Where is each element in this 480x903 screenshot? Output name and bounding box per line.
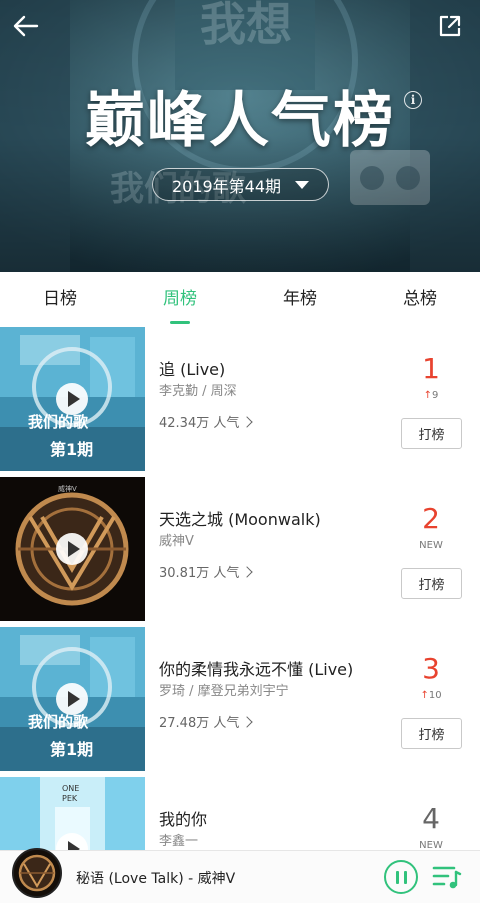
svg-text:我们的歌: 我们的歌 — [28, 413, 89, 431]
chevron-right-icon — [241, 565, 254, 578]
rank-change: ↑9 — [406, 390, 456, 401]
popularity-link[interactable]: 42.34万 人气 — [159, 412, 254, 431]
rank-number: 3 — [422, 652, 440, 685]
play-icon — [67, 391, 80, 407]
song-title: 我的你 — [159, 810, 208, 829]
svg-text:第1期: 第1期 — [50, 440, 93, 459]
now-playing-title: 秘语 (Love Talk) - 威神V — [76, 871, 236, 887]
popularity-value: 42.34万 人气 — [159, 416, 240, 431]
tab-label: 日榜 — [43, 289, 77, 309]
tab-overall[interactable]: 总榜 — [360, 272, 480, 324]
rank-number: 2 — [422, 502, 440, 535]
popularity-link[interactable]: 27.48万 人气 — [159, 712, 254, 731]
back-arrow-icon — [13, 15, 39, 37]
rank-change: NEW — [419, 540, 443, 551]
tab-yearly[interactable]: 年榜 — [240, 272, 360, 324]
chevron-right-icon — [241, 715, 254, 728]
svg-text:ONE: ONE — [62, 784, 79, 793]
list-item[interactable]: 威神V 天选之城 (Moonwalk) 威神V 30.81万 人气 2 NEW … — [0, 474, 480, 624]
share-icon — [439, 15, 461, 37]
svg-text:第1期: 第1期 — [50, 740, 93, 759]
mini-player[interactable]: 秘语 (Love Talk) - 威神V — [0, 848, 480, 903]
play-icon — [67, 541, 80, 557]
chevron-right-icon — [241, 415, 254, 428]
share-button[interactable] — [434, 10, 466, 42]
song-cover[interactable]: 威神V — [0, 477, 145, 621]
play-button[interactable] — [56, 683, 88, 715]
svg-text:PEK: PEK — [62, 794, 78, 803]
song-title: 你的柔情我永远不懂 (Live) — [159, 660, 354, 679]
rank-number: 4 — [422, 802, 440, 835]
rank-change-value: 9 — [432, 390, 439, 401]
song-artist: 李克勤 / 周深 — [159, 384, 237, 399]
period-selector[interactable]: 2019年第44期 — [152, 168, 329, 201]
app-root: 我想 我们的歌 巅峰人气榜 i 2019年第44期 日榜 — [0, 0, 480, 903]
rank-number: 1 — [422, 352, 440, 385]
chart-header: 我想 我们的歌 巅峰人气榜 i 2019年第44期 — [0, 0, 480, 272]
vote-button[interactable]: 打榜 — [401, 718, 462, 749]
vote-button[interactable]: 打榜 — [401, 418, 462, 449]
arrow-up-icon: ↑ — [420, 690, 429, 701]
popularity-link[interactable]: 30.81万 人气 — [159, 562, 254, 581]
pause-button[interactable] — [384, 860, 418, 894]
rank-change-value: 10 — [428, 690, 442, 701]
chart-tabs: 日榜 周榜 年榜 总榜 — [0, 272, 480, 324]
song-artist: 李鑫一 — [159, 834, 199, 849]
svg-text:威神V: 威神V — [58, 484, 77, 493]
caret-down-icon — [295, 180, 310, 189]
svg-text:我们的歌: 我们的歌 — [28, 713, 89, 731]
play-button[interactable] — [56, 533, 88, 565]
song-cover[interactable]: 我们的歌 第1期 — [0, 627, 145, 771]
back-button[interactable] — [10, 10, 42, 42]
pause-icon — [395, 870, 399, 884]
tab-label: 年榜 — [283, 289, 317, 309]
song-artist: 罗琦 / 摩登兄弟刘宇宁 — [159, 684, 289, 699]
song-artist: 威神V — [159, 534, 194, 549]
song-cover[interactable]: 我们的歌 第1期 — [0, 327, 145, 471]
playlist-icon[interactable] — [432, 863, 462, 891]
tab-label: 总榜 — [403, 289, 437, 309]
play-button[interactable] — [56, 383, 88, 415]
vote-button[interactable]: 打榜 — [401, 568, 462, 599]
song-title: 天选之城 (Moonwalk) — [159, 510, 321, 529]
popularity-value: 30.81万 人气 — [159, 566, 240, 581]
arrow-up-icon: ↑ — [423, 390, 432, 401]
pause-icon — [403, 870, 407, 884]
list-item[interactable]: 我们的歌 第1期 你的柔情我永远不懂 (Live) 罗琦 / 摩登兄弟刘宇宁 2… — [0, 624, 480, 774]
popularity-value: 27.48万 人气 — [159, 716, 240, 731]
info-icon[interactable]: i — [404, 91, 422, 109]
now-playing-cover[interactable] — [12, 848, 62, 898]
play-icon — [67, 691, 80, 707]
moonwalk-cover-thumb — [14, 850, 60, 896]
list-item[interactable]: 我们的歌 第1期 追 (Live) 李克勤 / 周深 42.34万 人气 1 ↑… — [0, 324, 480, 474]
tab-daily[interactable]: 日榜 — [0, 272, 120, 324]
rank-change: ↑10 — [406, 690, 456, 701]
period-label: 2019年第44期 — [171, 176, 282, 196]
page-title: 巅峰人气榜 — [85, 86, 395, 156]
tab-weekly[interactable]: 周榜 — [120, 272, 240, 324]
song-title: 追 (Live) — [159, 360, 226, 379]
tab-label: 周榜 — [163, 289, 197, 309]
